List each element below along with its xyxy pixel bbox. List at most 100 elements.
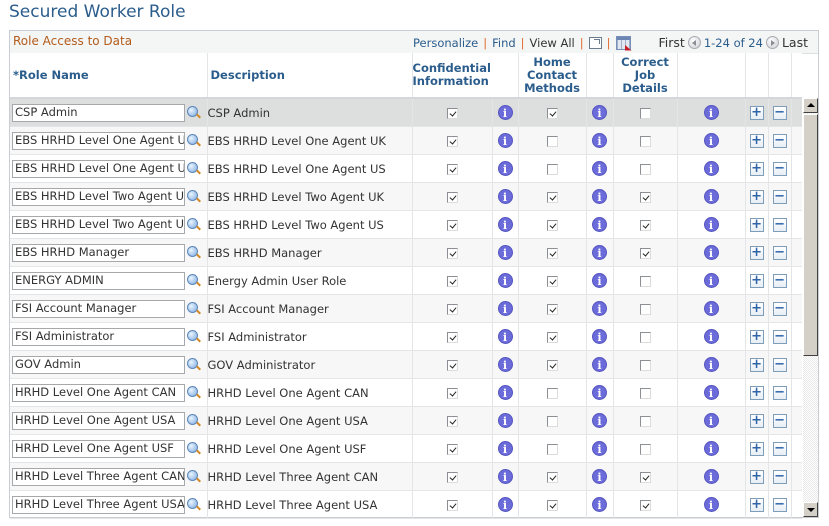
home-contact-checkbox[interactable] xyxy=(546,275,558,287)
confidential-info-icon[interactable]: i xyxy=(497,133,513,148)
correct-job-checkbox[interactable] xyxy=(639,163,651,175)
column-header-confidential[interactable]: Confidential Information xyxy=(412,53,519,99)
home-contact-info-icon[interactable]: i xyxy=(592,273,608,288)
confidential-info-icon[interactable]: i xyxy=(497,469,513,484)
home-contact-checkbox[interactable] xyxy=(546,499,558,511)
role-name-input[interactable]: EBS HRHD Manager xyxy=(12,243,185,262)
lookup-icon[interactable] xyxy=(186,189,202,205)
lookup-icon[interactable] xyxy=(186,273,202,289)
delete-row-button[interactable]: − xyxy=(772,106,787,120)
add-row-button[interactable]: + xyxy=(749,134,764,148)
personalize-link[interactable]: Personalize xyxy=(413,36,478,50)
delete-row-button[interactable]: − xyxy=(772,274,787,288)
add-row-button[interactable]: + xyxy=(749,442,764,456)
role-name-input[interactable]: HRHD Level One Agent USA xyxy=(12,411,185,430)
column-header-role-name[interactable]: *Role Name xyxy=(10,53,208,99)
correct-job-info-icon[interactable]: i xyxy=(703,357,719,372)
download-to-excel-icon[interactable] xyxy=(615,35,631,50)
correct-job-info-icon[interactable]: i xyxy=(703,189,719,204)
delete-row-button[interactable]: − xyxy=(772,302,787,316)
lookup-icon[interactable] xyxy=(186,301,202,317)
correct-job-info-icon[interactable]: i xyxy=(703,413,719,428)
first-link[interactable]: First xyxy=(659,35,685,50)
role-name-input[interactable]: HRHD Level Three Agent USA xyxy=(12,495,185,514)
add-row-button[interactable]: + xyxy=(749,470,764,484)
confidential-checkbox[interactable] xyxy=(446,387,458,399)
confidential-checkbox[interactable] xyxy=(446,191,458,203)
lookup-icon[interactable] xyxy=(186,329,202,345)
delete-row-button[interactable]: − xyxy=(772,162,787,176)
delete-row-button[interactable]: − xyxy=(772,330,787,344)
add-row-button[interactable]: + xyxy=(749,414,764,428)
home-contact-checkbox[interactable] xyxy=(546,107,558,119)
confidential-info-icon[interactable]: i xyxy=(497,245,513,260)
confidential-checkbox[interactable] xyxy=(446,359,458,371)
correct-job-checkbox[interactable] xyxy=(639,191,651,203)
delete-row-button[interactable]: − xyxy=(772,386,787,400)
confidential-checkbox[interactable] xyxy=(446,163,458,175)
confidential-checkbox[interactable] xyxy=(446,107,458,119)
delete-row-button[interactable]: − xyxy=(772,190,787,204)
role-name-input[interactable]: EBS HRHD Level Two Agent US xyxy=(12,215,185,234)
correct-job-info-icon[interactable]: i xyxy=(703,245,719,260)
correct-job-info-icon[interactable]: i xyxy=(703,273,719,288)
add-row-button[interactable]: + xyxy=(749,302,764,316)
role-name-input[interactable]: CSP Admin xyxy=(12,103,185,122)
add-row-button[interactable]: + xyxy=(749,274,764,288)
add-row-button[interactable]: + xyxy=(749,386,764,400)
home-contact-checkbox[interactable] xyxy=(546,219,558,231)
correct-job-checkbox[interactable] xyxy=(639,471,651,483)
role-name-input[interactable]: HRHD Level Three Agent CAN xyxy=(12,467,185,486)
last-link[interactable]: Last xyxy=(782,35,808,50)
home-contact-info-icon[interactable]: i xyxy=(592,245,608,260)
correct-job-info-icon[interactable]: i xyxy=(703,329,719,344)
role-name-input[interactable]: EBS HRHD Level One Agent UK xyxy=(12,131,185,150)
correct-job-checkbox[interactable] xyxy=(639,275,651,287)
delete-row-button[interactable]: − xyxy=(772,414,787,428)
lookup-icon[interactable] xyxy=(186,133,202,149)
correct-job-checkbox[interactable] xyxy=(639,359,651,371)
lookup-icon[interactable] xyxy=(186,469,202,485)
correct-job-info-icon[interactable]: i xyxy=(703,217,719,232)
correct-job-checkbox[interactable] xyxy=(639,135,651,147)
role-name-input[interactable]: FSI Account Manager xyxy=(12,299,185,318)
confidential-checkbox[interactable] xyxy=(446,499,458,511)
home-contact-checkbox[interactable] xyxy=(546,415,558,427)
lookup-icon[interactable] xyxy=(186,161,202,177)
confidential-info-icon[interactable]: i xyxy=(497,105,513,120)
add-row-button[interactable]: + xyxy=(749,498,764,512)
correct-job-checkbox[interactable] xyxy=(639,247,651,259)
home-contact-info-icon[interactable]: i xyxy=(592,161,608,176)
column-header-home-contact[interactable]: Home Contact Methods xyxy=(518,53,587,99)
add-row-button[interactable]: + xyxy=(749,218,764,232)
confidential-info-icon[interactable]: i xyxy=(497,273,513,288)
scroll-down-button[interactable] xyxy=(803,502,818,517)
next-row-icon[interactable] xyxy=(765,36,779,49)
home-contact-checkbox[interactable] xyxy=(546,303,558,315)
confidential-info-icon[interactable]: i xyxy=(497,301,513,316)
correct-job-checkbox[interactable] xyxy=(639,443,651,455)
role-name-input[interactable]: EBS HRHD Level Two Agent UK xyxy=(12,187,185,206)
correct-job-info-icon[interactable]: i xyxy=(703,441,719,456)
home-contact-info-icon[interactable]: i xyxy=(592,105,608,120)
previous-row-icon[interactable] xyxy=(687,36,701,49)
home-contact-checkbox[interactable] xyxy=(546,387,558,399)
delete-row-button[interactable]: − xyxy=(772,358,787,372)
home-contact-checkbox[interactable] xyxy=(546,331,558,343)
correct-job-checkbox[interactable] xyxy=(639,387,651,399)
role-name-input[interactable]: ENERGY ADMIN xyxy=(12,271,185,290)
vertical-scrollbar[interactable] xyxy=(803,98,818,517)
add-row-button[interactable]: + xyxy=(749,190,764,204)
correct-job-info-icon[interactable]: i xyxy=(703,497,719,512)
delete-row-button[interactable]: − xyxy=(772,246,787,260)
correct-job-checkbox[interactable] xyxy=(639,107,651,119)
role-name-input[interactable]: GOV Admin xyxy=(12,355,185,374)
confidential-info-icon[interactable]: i xyxy=(497,161,513,176)
lookup-icon[interactable] xyxy=(186,385,202,401)
column-header-correct-job[interactable]: Correct Job Details xyxy=(613,53,678,99)
confidential-checkbox[interactable] xyxy=(446,471,458,483)
scroll-up-button[interactable] xyxy=(803,98,818,113)
add-row-button[interactable]: + xyxy=(749,106,764,120)
lookup-icon[interactable] xyxy=(186,441,202,457)
home-contact-info-icon[interactable]: i xyxy=(592,329,608,344)
